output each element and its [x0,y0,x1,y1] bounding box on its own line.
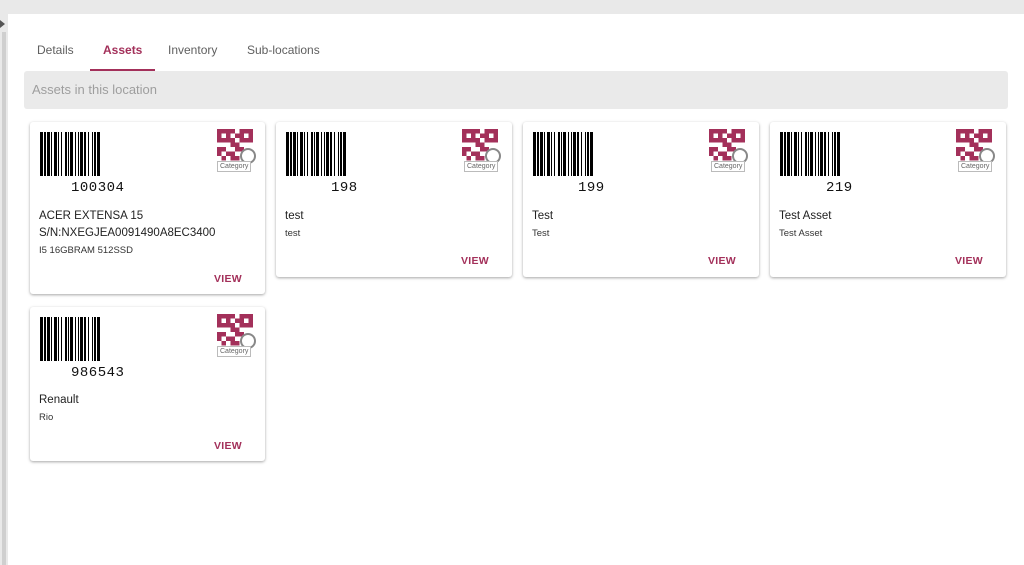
asset-name: test [285,210,304,222]
barcode-icon [533,132,593,176]
category-label: Category [958,161,993,172]
asset-description: Test Asset [779,228,823,239]
asset-card: 219 Category Test Asset Test Asset VIEW [770,122,1006,277]
asset-description: Test [532,228,550,239]
tab-assets[interactable]: Assets [89,35,156,71]
asset-name: ACER EXTENSA 15 [39,210,144,222]
asset-code: 986543 [71,365,125,381]
asset-card: 198 Category test test VIEW [276,122,512,277]
qr-code-icon [217,314,256,349]
barcode-icon [286,132,346,176]
barcode-icon [780,132,840,176]
asset-description: test [285,228,301,239]
scrollbar[interactable] [2,32,6,565]
asset-description: I5 16GBRAM 512SSD [39,245,133,256]
barcode-icon [40,317,100,361]
collapse-arrow-icon[interactable] [0,20,5,28]
section-header: Assets in this location [24,71,1008,109]
view-button[interactable]: VIEW [214,440,242,452]
view-button[interactable]: VIEW [461,255,489,267]
asset-name: Renault [39,394,79,406]
category-label: Category [711,161,746,172]
asset-name: Test [532,210,554,222]
asset-description: Rio [39,412,54,423]
asset-name: Test Asset [779,210,832,222]
asset-card: 199 Category Test Test VIEW [523,122,759,277]
view-button[interactable]: VIEW [955,255,983,267]
asset-code: 219 [826,180,853,196]
asset-code: 199 [578,180,605,196]
tab-sub-locations[interactable]: Sub-locations [247,35,320,71]
asset-card: 986543 Category Renault Rio VIEW [30,307,265,461]
asset-code: 100304 [71,180,125,196]
qr-code-icon [956,129,995,164]
tab-details[interactable]: Details [37,35,74,71]
qr-code-icon [709,129,748,164]
qr-code-icon [217,129,256,164]
category-label: Category [464,161,499,172]
asset-code: 198 [331,180,358,196]
left-rail [0,0,8,565]
content-panel: Details Assets Inventory Sub-locations A… [8,14,1024,565]
tab-inventory[interactable]: Inventory [168,35,217,71]
category-label: Category [217,346,252,357]
asset-serial: S/N:NXEGJEA0091490A8EC3400 [39,227,216,239]
qr-code-icon [462,129,501,164]
view-button[interactable]: VIEW [214,273,242,285]
category-label: Category [217,161,252,172]
view-button[interactable]: VIEW [708,255,736,267]
barcode-icon [40,132,100,176]
asset-card: 100304 Category ACER EXTENSA 15 S/N:NXEG… [30,122,265,294]
